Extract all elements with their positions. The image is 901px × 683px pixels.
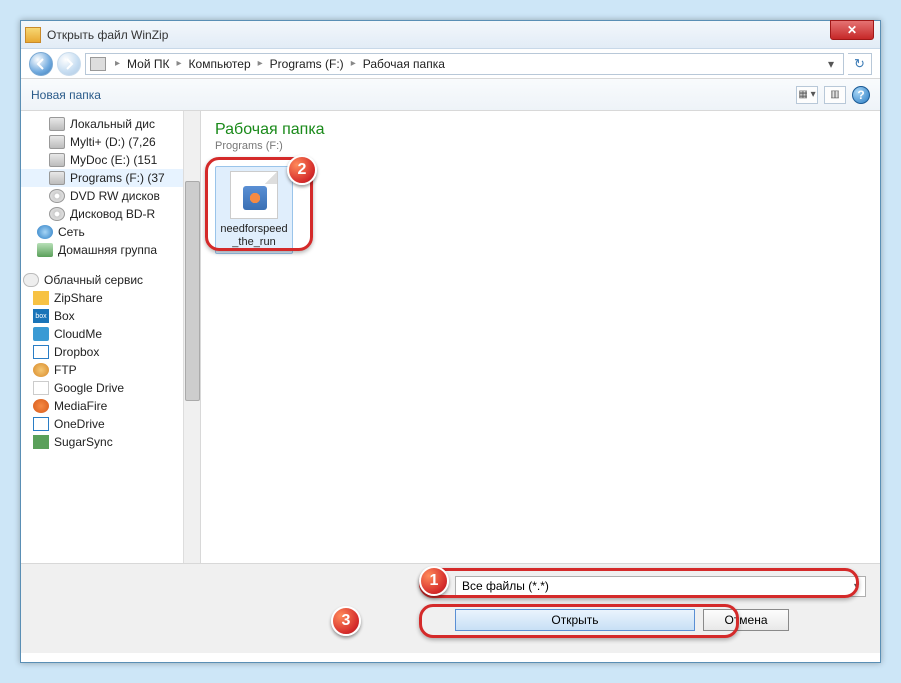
chevron-right-icon: ▸	[253, 58, 268, 69]
drive-icon	[49, 135, 65, 149]
drive-icon	[49, 153, 65, 167]
sidebar-homegroup[interactable]: Домашняя группа	[21, 241, 200, 259]
sidebar-network[interactable]: Сеть	[21, 223, 200, 241]
sidebar-drive[interactable]: Дисковод BD-R	[21, 205, 200, 223]
filetype-dropdown[interactable]: Все файлы (*.*) ▼	[455, 576, 866, 597]
breadcrumb-dropdown-icon[interactable]: ▾	[823, 57, 839, 71]
toolbar: Новая папка ▦ ▾ ▥ ?	[21, 79, 880, 111]
box-icon: box	[33, 309, 49, 323]
sidebar-drive[interactable]: MyDoc (E:) (151	[21, 151, 200, 169]
sidebar-drive[interactable]: Локальный дис	[21, 115, 200, 133]
ftp-icon	[33, 363, 49, 377]
sidebar-scrollbar[interactable]	[183, 111, 200, 563]
file-thumbnail	[230, 171, 278, 219]
open-button[interactable]: Открыть	[455, 609, 695, 631]
app-icon	[25, 27, 41, 43]
breadcrumb-bar[interactable]: ▸ Мой ПК ▸ Компьютер ▸ Programs (F:) ▸ Р…	[85, 53, 844, 75]
refresh-button[interactable]: ↻	[848, 53, 872, 75]
window-title: Открыть файл WinZip	[47, 28, 876, 42]
close-icon: ✕	[847, 23, 857, 37]
homegroup-icon	[37, 243, 53, 257]
network-icon	[37, 225, 53, 239]
new-folder-button[interactable]: Новая папка	[31, 88, 101, 102]
titlebar[interactable]: Открыть файл WinZip ✕	[21, 21, 880, 49]
disc-icon	[49, 189, 65, 203]
sidebar-cloud-item[interactable]: SugarSync	[21, 433, 200, 451]
mediafire-icon	[33, 399, 49, 413]
drive-icon	[49, 117, 65, 131]
sidebar-cloud-item[interactable]: CloudMe	[21, 325, 200, 343]
preview-pane-button[interactable]: ▥	[824, 86, 846, 104]
back-button[interactable]	[29, 52, 53, 76]
sidebar: Локальный дис Mylti+ (D:) (7,26 MyDoc (E…	[21, 111, 201, 563]
file-area[interactable]: Рабочая папка Programs (F:) needforspeed…	[201, 111, 880, 563]
computer-icon	[90, 57, 106, 71]
sidebar-cloud-item[interactable]: Google Drive	[21, 379, 200, 397]
zipshare-icon	[33, 291, 49, 305]
disc-icon	[49, 207, 65, 221]
nav-bar: ▸ Мой ПК ▸ Компьютер ▸ Programs (F:) ▸ Р…	[21, 49, 880, 79]
cloudme-icon	[33, 327, 49, 341]
view-tiles-button[interactable]: ▦ ▾	[796, 86, 818, 104]
sidebar-drive[interactable]: DVD RW дисков	[21, 187, 200, 205]
sidebar-cloud-header[interactable]: Облачный сервис	[21, 271, 200, 289]
breadcrumb-item[interactable]: Рабочая папка	[361, 57, 447, 71]
cloud-icon	[23, 273, 39, 287]
onedrive-icon	[33, 417, 49, 431]
sidebar-cloud-item[interactable]: MediaFire	[21, 397, 200, 415]
dialog-footer: Все файлы (*.*) ▼ Открыть Отмена 1 3	[21, 563, 880, 653]
file-name: needforspeed_the_run	[218, 223, 290, 249]
googledrive-icon	[33, 381, 49, 395]
annotation-badge-3: 3	[331, 606, 361, 636]
sidebar-drive[interactable]: Mylti+ (D:) (7,26	[21, 133, 200, 151]
file-item[interactable]: needforspeed_the_run	[215, 166, 293, 254]
chevron-right-icon: ▸	[346, 58, 361, 69]
open-file-dialog: Открыть файл WinZip ✕ ▸ Мой ПК ▸ Компьют…	[20, 20, 881, 663]
chevron-right-icon: ▸	[110, 58, 125, 69]
folder-subtitle: Programs (F:)	[215, 140, 866, 152]
sidebar-cloud-item[interactable]: OneDrive	[21, 415, 200, 433]
filetype-value: Все файлы (*.*)	[462, 579, 549, 593]
sidebar-cloud-item[interactable]: boxBox	[21, 307, 200, 325]
annotation-badge-1: 1	[419, 566, 449, 596]
drive-icon	[49, 171, 65, 185]
dropbox-icon	[33, 345, 49, 359]
sugarsync-icon	[33, 435, 49, 449]
folder-heading: Рабочая папка	[215, 121, 866, 139]
chevron-right-icon: ▸	[172, 58, 187, 69]
forward-button[interactable]	[57, 52, 81, 76]
breadcrumb-item[interactable]: Мой ПК	[125, 57, 171, 71]
cancel-button[interactable]: Отмена	[703, 609, 789, 631]
dropdown-arrow-icon: ▼	[852, 581, 861, 591]
sidebar-cloud-item[interactable]: FTP	[21, 361, 200, 379]
close-button[interactable]: ✕	[830, 20, 874, 40]
java-icon	[243, 186, 267, 210]
breadcrumb-item[interactable]: Компьютер	[187, 57, 253, 71]
scroll-thumb[interactable]	[185, 181, 200, 401]
sidebar-cloud-item[interactable]: ZipShare	[21, 289, 200, 307]
help-button[interactable]: ?	[852, 86, 870, 104]
breadcrumb-item[interactable]: Programs (F:)	[268, 57, 346, 71]
sidebar-cloud-item[interactable]: Dropbox	[21, 343, 200, 361]
sidebar-drive[interactable]: Programs (F:) (37	[21, 169, 200, 187]
annotation-badge-2: 2	[287, 155, 317, 185]
